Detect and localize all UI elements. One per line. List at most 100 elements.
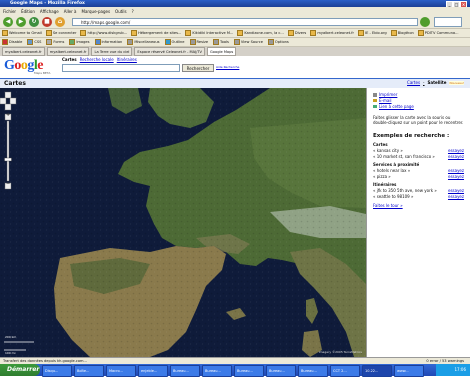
map-type-cartes[interactable]: Cartes	[407, 80, 420, 85]
bookmark-icon	[131, 30, 138, 36]
satellite-map[interactable]: + − 200 km 100 mi Imagery ©2005 TerraMet…	[0, 88, 366, 357]
zoom-track[interactable]	[6, 120, 10, 182]
taskbar-item[interactable]: Boîte...	[74, 365, 104, 377]
information-icon	[94, 39, 101, 45]
example-row: « hotels near lax » essayez	[373, 168, 464, 173]
try-link[interactable]: essayez	[448, 174, 464, 179]
developer-toolbar: Disable CSS Forms Images Information Mis…	[0, 38, 470, 47]
taskbar-item[interactable]: 10.22...	[362, 365, 392, 377]
options-icon	[267, 39, 274, 45]
search-button[interactable]: Rechercher	[182, 64, 214, 72]
menu-affichage[interactable]: Affichage	[40, 9, 59, 14]
home-icon[interactable]: ⌂	[55, 16, 65, 27]
search-help-link[interactable]: Aide Recherche	[216, 65, 239, 69]
print-link[interactable]: Imprimer	[379, 92, 397, 97]
bookmark-icon	[80, 30, 87, 36]
example-row: « pizza » essayez	[373, 174, 464, 179]
bookmark-item[interactable]: Se connecter	[45, 30, 76, 36]
url-input[interactable]: http://maps.google.com/	[72, 18, 418, 26]
go-icon[interactable]	[420, 17, 430, 27]
search-tab-cartes[interactable]: Cartes	[62, 57, 77, 62]
css-icon	[27, 39, 34, 45]
examples-section-title: Services à proximité	[373, 162, 420, 167]
devtool-outline[interactable]: Outline	[164, 39, 185, 45]
link-icon	[373, 105, 377, 108]
taskbar-item[interactable]: Bureau...	[202, 365, 232, 377]
example-row: « jfk to 350 5th ave, new york » essayez	[373, 188, 464, 193]
devtool-forms[interactable]: Forms	[46, 39, 64, 45]
zoom-thumb[interactable]	[4, 157, 12, 162]
bookmark-item[interactable]: Kikidiki Interactive M...	[185, 30, 233, 36]
map-svg	[0, 88, 366, 357]
tab-item[interactable]: Espace réservé Celeonet.fr - MAJ/TV	[134, 47, 206, 56]
map-type-links: Cartes - Satellite Nouveau!	[407, 80, 464, 85]
maps-search-input[interactable]	[62, 64, 180, 72]
taskbar-item[interactable]: Bureau...	[266, 365, 296, 377]
tour-link[interactable]: Faites le tour »	[373, 203, 403, 208]
taskbar-item[interactable]: Bureau...	[234, 365, 264, 377]
email-link[interactable]: E-mail	[379, 98, 392, 103]
map-copyright: Imagery ©2005 TerraMetrics	[318, 350, 362, 354]
stop-icon[interactable]: ■	[42, 16, 52, 27]
taskbar-item[interactable]: Disqu...	[42, 365, 72, 377]
system-tray-clock[interactable]: 17:06	[436, 364, 470, 376]
devtool-options[interactable]: Options	[267, 39, 289, 45]
menu-help[interactable]: ?	[132, 9, 134, 14]
bookmark-icon	[2, 30, 8, 36]
devtool-disable[interactable]: Disable	[2, 39, 22, 45]
taskbar-item[interactable]: CCT 2...	[330, 365, 360, 377]
tools-icon	[213, 39, 220, 45]
bookmark-item[interactable]: Welcome to Gmail	[2, 30, 42, 36]
taskbar-item[interactable]: Macro...	[106, 365, 136, 377]
taskbar-item[interactable]: www...	[394, 365, 424, 377]
devtool-css[interactable]: CSS	[27, 39, 41, 45]
devtool-information[interactable]: Information	[94, 39, 122, 45]
side-panel: Imprimer E-mail Lien à cette page Faites…	[366, 88, 470, 357]
menu-aller[interactable]: Aller à	[64, 9, 77, 14]
map-type-satellite[interactable]: Satellite	[428, 80, 447, 85]
new-badge: Nouveau!	[449, 80, 464, 85]
tab-item[interactable]: La Terre vue du ciel	[91, 47, 133, 56]
taskbar-item[interactable]: Bureau...	[298, 365, 328, 377]
taskbar-item[interactable]: enjeble...	[138, 365, 168, 377]
tab-google-maps[interactable]: Google Maps	[207, 47, 237, 56]
menu-edition[interactable]: Édition	[21, 9, 35, 14]
forward-icon[interactable]: ▶	[16, 16, 26, 27]
bookmark-item[interactable]: PDITV Communa...	[417, 30, 458, 36]
print-icon	[373, 92, 377, 97]
try-link[interactable]: essayez	[448, 194, 464, 199]
try-link[interactable]: essayez	[448, 154, 464, 159]
devtool-view-source[interactable]: View Source	[233, 39, 263, 45]
bookmark-item[interactable]: Kandizone.com, la c...	[237, 30, 284, 36]
devtool-tools[interactable]: Tools	[213, 39, 229, 45]
try-link[interactable]: essayez	[448, 168, 464, 173]
bookmark-item[interactable]: http://www.diskgrub...	[80, 30, 127, 36]
menu-outils[interactable]: Outils	[115, 9, 127, 14]
menu-marque-pages[interactable]: Marque-pages	[82, 9, 111, 14]
bookmark-icon	[287, 30, 294, 36]
bookmark-item[interactable]: IE - Ebio.org	[358, 30, 387, 36]
tab-item[interactable]: myalbert.celeonet.fr	[2, 47, 45, 56]
search-tab-local[interactable]: Recherche locale	[80, 57, 114, 62]
bookmark-item[interactable]: Divers	[287, 30, 306, 36]
bookmark-item[interactable]: Hébergement de sites...	[131, 30, 181, 36]
devtool-images[interactable]: Images	[69, 39, 90, 45]
search-tab-itineraires[interactable]: Itinéraires	[117, 57, 137, 62]
back-icon[interactable]: ◀	[3, 16, 13, 27]
bookmarks-toolbar: Welcome to Gmail Se connecter http://www…	[0, 29, 470, 38]
page-link[interactable]: Lien à cette page	[379, 104, 414, 109]
bookmark-item[interactable]: myalbert.celeonet.fr	[310, 30, 354, 36]
tab-item[interactable]: myalbert.celeonet.fr	[46, 47, 90, 56]
taskbar-item[interactable]: Bureau...	[170, 365, 200, 377]
page-title: Cartes	[4, 80, 26, 87]
bookmark-item[interactable]: Blogthon	[390, 30, 414, 36]
examples-section-title: Itinéraires	[373, 182, 397, 187]
devtool-miscellaneous[interactable]: Miscellaneous	[127, 39, 160, 45]
try-link[interactable]: essayez	[448, 148, 464, 153]
reload-icon[interactable]: ↻	[29, 16, 39, 27]
devtool-resize[interactable]: Resize	[189, 39, 208, 45]
start-button[interactable]: Démarrer	[0, 364, 40, 376]
search-bar[interactable]	[434, 17, 462, 27]
menu-fichier[interactable]: Fichier	[3, 9, 16, 14]
try-link[interactable]: essayez	[448, 188, 464, 193]
